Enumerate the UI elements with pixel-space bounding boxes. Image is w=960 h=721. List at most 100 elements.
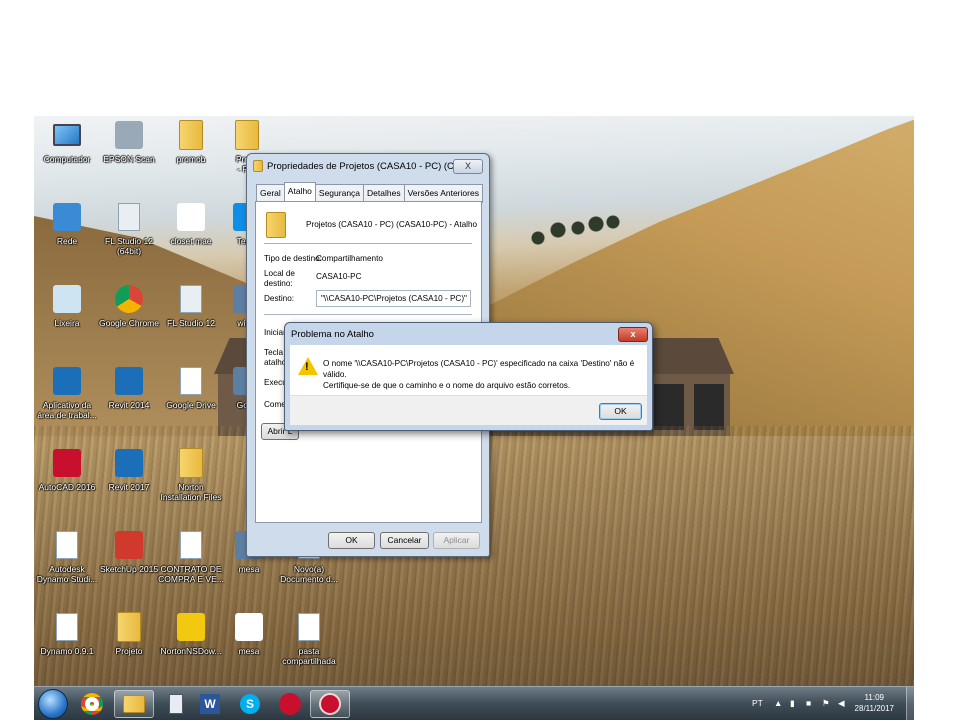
desktop-icon-label: Revit 2017 (108, 482, 150, 492)
clock[interactable]: 11:09 28/11/2017 (855, 692, 894, 714)
desktop-icon[interactable]: Dynamo 0.9.1 (33, 610, 101, 686)
trees (528, 206, 628, 246)
desktop-icon[interactable]: pasta compartilhada (275, 610, 343, 686)
target-input[interactable]: "\\CASA10-PC\Projetos (CASA10 - PC)" (316, 290, 471, 307)
target-location-label: Local de destino: (264, 269, 295, 288)
explorer-icon[interactable] (114, 690, 154, 718)
signal-icon[interactable]: ▮ (790, 698, 795, 709)
desktop-icon[interactable]: Projeto (95, 610, 163, 686)
dialog-title: Problema no Atalho (291, 328, 374, 340)
sketchup-icon (112, 528, 146, 562)
desktop-icon-label: AutoCAD 2016 (38, 482, 96, 492)
computer-icon (50, 118, 84, 152)
network-tray-icon[interactable]: ■ (806, 698, 811, 708)
desktop-icon[interactable]: Lixeira (33, 282, 101, 358)
desktop-icon-label: EPSON Scan (103, 154, 155, 164)
properties-titlebar[interactable]: Propriedades de Projetos (CASA10 - PC) (… (247, 154, 489, 178)
desktop-icon[interactable]: Revit 2014 (95, 364, 163, 440)
autodesk-app-icon (50, 364, 84, 398)
desktop-icon[interactable]: SketchUp 2015 (95, 528, 163, 604)
start-in-label: Iniciar (264, 328, 286, 337)
desktop-icon-label: mesa (238, 646, 260, 656)
target-type-label: Tipo de destino: (264, 254, 322, 263)
desktop-icon-label: Aplicativo da área de trabal... (37, 400, 97, 420)
desktop-icon-label: Lixeira (54, 318, 80, 328)
taskbar: W S PT ▲ ▮ ■ ⚑ ◀ 11:09 28/11/2017 (34, 686, 914, 721)
desktop-icon-label: Google Chrome (98, 318, 159, 328)
chrome-icon[interactable] (72, 690, 112, 718)
folder-shortcut-icon (266, 212, 286, 238)
shortcut-name: Projetos (CASA10 - PC) (CASA10-PC) - Ata… (306, 220, 478, 229)
clock-date: 28/11/2017 (854, 704, 894, 713)
properties-close-button[interactable]: X (453, 158, 483, 174)
desktop-icon[interactable]: mesa (215, 610, 283, 686)
target-type-value: Compartilhamento (316, 254, 383, 263)
scanner-icon (112, 118, 146, 152)
dialog-message: O nome '\\CASA10-PC\Projetos (CASA10 - P… (323, 358, 645, 391)
dynamo-icon (50, 610, 84, 644)
word-icon[interactable]: W (190, 690, 230, 718)
cancel-button[interactable]: Cancelar (380, 532, 429, 549)
show-hidden-icons-icon[interactable]: ▲ (774, 698, 782, 708)
show-desktop-button[interactable] (906, 687, 914, 721)
desktop-icon[interactable]: Revit 2017 (95, 446, 163, 522)
desktop-icon-label: FL Studio 12 (64bit) (105, 236, 153, 256)
folder-icon (253, 160, 263, 172)
sketchup-file-icon (232, 610, 266, 644)
dialog-message-line2: Certifique-se de que o caminho e o nome … (323, 381, 571, 390)
properties-title: Propriedades de Projetos (CASA10 - PC) (… (267, 160, 453, 172)
apply-button[interactable]: Aplicar (433, 532, 480, 549)
desktop-icon[interactable]: FL Studio 12 (64bit) (95, 200, 163, 276)
folder-icon (174, 118, 208, 152)
fl-studio-icon (112, 200, 146, 234)
dialog-ok-button[interactable]: OK (599, 403, 642, 420)
dialog-close-button[interactable]: x (618, 326, 648, 342)
skype-icon[interactable]: S (230, 690, 270, 718)
folder-shortcut-icon (230, 118, 264, 152)
desktop-icon-label: Autodesk Dynamo Studi... (36, 564, 98, 584)
recycle-bin-icon (50, 282, 84, 316)
desktop-icon[interactable]: AutoCAD 2016 (33, 446, 101, 522)
desktop-icon[interactable]: Aplicativo da área de trabal... (33, 364, 101, 440)
target-location-value: CASA10-PC (316, 272, 362, 281)
flag-icon[interactable]: ⚑ (822, 698, 830, 709)
desktop-icon[interactable]: Computador (33, 118, 101, 194)
desktop-icon-label: pasta compartilhada (282, 646, 336, 666)
error-dialog: Problema no Atalho x ! O nome '\\CASA10-… (284, 322, 653, 431)
desktop-icon-label: Revit 2014 (108, 400, 150, 410)
language-indicator[interactable]: PT (752, 698, 763, 708)
dialog-body: ! O nome '\\CASA10-PC\Projetos (CASA10 -… (290, 345, 647, 425)
folder-icon (174, 446, 208, 480)
tab-atalho[interactable]: Atalho (283, 182, 316, 201)
desktop-icon-label: mesa (238, 564, 260, 574)
revit-icon (112, 446, 146, 480)
desktop-icon-label: Computador (43, 154, 91, 164)
autodesk-red-icon[interactable] (310, 690, 350, 718)
sketchup-file-icon (174, 200, 208, 234)
folder-icon (112, 610, 146, 644)
autodesk-red-icon[interactable] (270, 690, 310, 718)
spreadsheet-icon (174, 364, 208, 398)
target-label: Destino: (264, 294, 295, 303)
warning-icon: ! (298, 357, 318, 375)
desktop-icon[interactable]: Autodesk Dynamo Studi... (33, 528, 101, 604)
desktop-icon-label: Projeto (115, 646, 143, 656)
dialog-footer: OK (290, 395, 647, 425)
desktop-icon[interactable]: Norton Installation Files (157, 446, 225, 522)
download-icon (174, 610, 208, 644)
desktop-icon[interactable]: Rede (33, 200, 101, 276)
dynamo-icon (50, 528, 84, 562)
volume-icon[interactable]: ◀ (838, 698, 845, 709)
word-doc-icon (174, 528, 208, 562)
dialog-message-line1: O nome '\\CASA10-PC\Projetos (CASA10 - P… (323, 359, 635, 379)
start-button[interactable] (38, 689, 68, 719)
ok-button[interactable]: OK (328, 532, 375, 549)
desktop-icon-label: Norton Installation Files (160, 482, 222, 502)
network-icon (50, 200, 84, 234)
shared-folder-icon (292, 610, 326, 644)
desktop-icon[interactable]: EPSON Scan (95, 118, 163, 194)
desktop-icon[interactable]: Google Chrome (95, 282, 163, 358)
revit-icon (112, 364, 146, 398)
dialog-titlebar[interactable]: Problema no Atalho x (285, 323, 652, 345)
chrome-icon (112, 282, 146, 316)
